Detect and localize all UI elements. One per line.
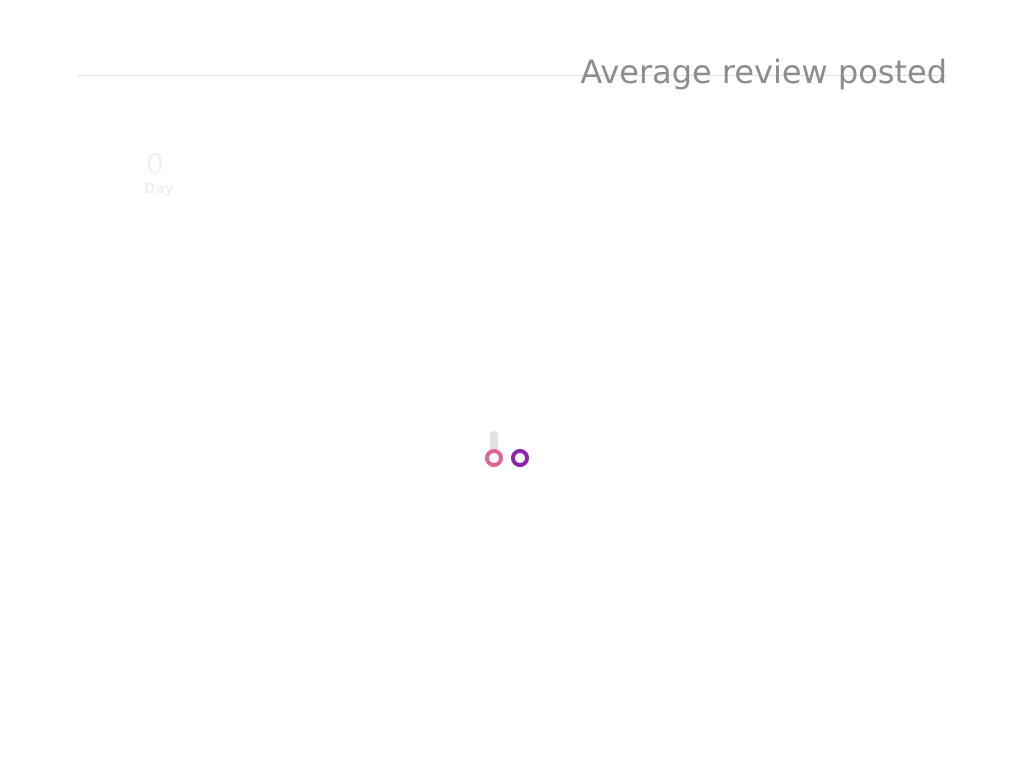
loader-bar [490, 431, 498, 451]
loading-spinner [484, 430, 530, 470]
average-review-stat: 0 Day [144, 148, 204, 198]
page: Average review posted 0 Day [0, 0, 1024, 768]
loader-dot-pink-icon [485, 449, 503, 467]
page-header: Average review posted [77, 0, 947, 91]
stat-unit: Day [144, 181, 174, 197]
stat-value: 0 [146, 147, 164, 180]
loader-dot-purple-icon [511, 449, 529, 467]
page-title: Average review posted [580, 53, 947, 92]
